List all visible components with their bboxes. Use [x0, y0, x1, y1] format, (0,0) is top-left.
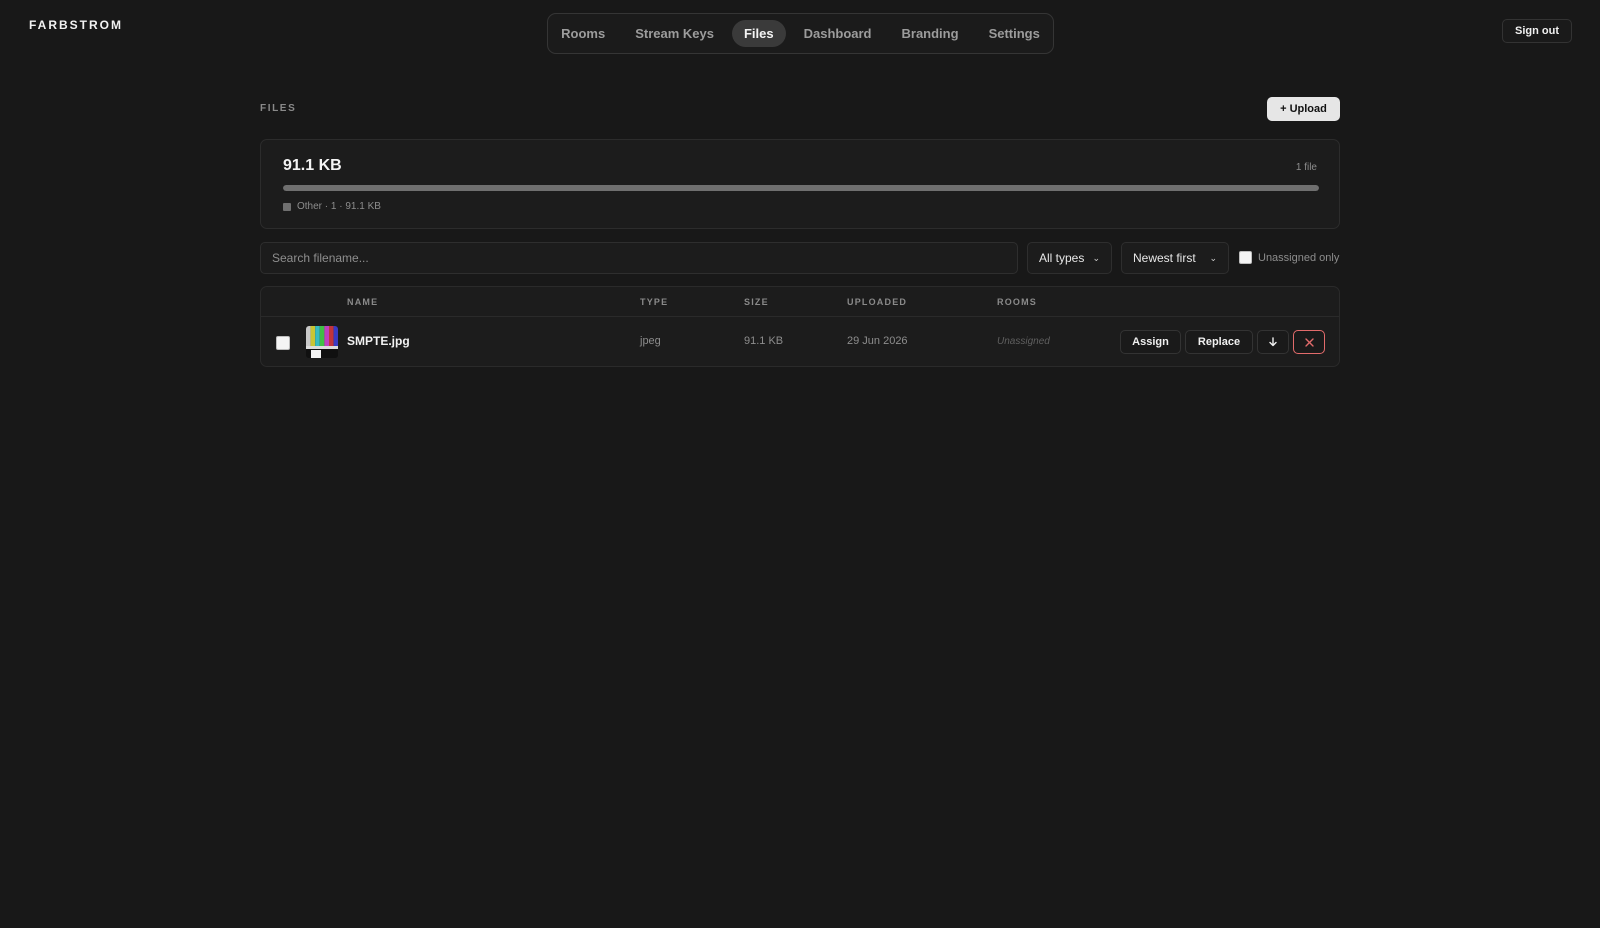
brand-logo: FARBSTROM	[29, 18, 123, 32]
assign-button[interactable]: Assign	[1120, 330, 1181, 354]
chevron-down-icon: ⌄	[1092, 252, 1100, 263]
storage-summary-card: 91.1 KB 1 file Other · 1 · 91.1 KB	[260, 139, 1340, 229]
nav-branding[interactable]: Branding	[890, 20, 971, 47]
storage-total: 91.1 KB	[283, 157, 342, 174]
unassigned-only-filter[interactable]: Unassigned only	[1239, 251, 1339, 264]
file-count: 1 file	[1295, 162, 1317, 173]
column-header-uploaded: UPLOADED	[847, 297, 908, 307]
file-type: jpeg	[640, 335, 661, 347]
top-navigation: Rooms Stream Keys Files Dashboard Brandi…	[547, 13, 1054, 54]
download-button[interactable]	[1257, 330, 1289, 354]
replace-button[interactable]: Replace	[1185, 330, 1253, 354]
file-uploaded-date: 29 Jun 2026	[847, 335, 908, 347]
sort-value: Newest first	[1133, 251, 1196, 265]
legend-label: Other · 1 · 91.1 KB	[297, 201, 381, 212]
table-header: NAME TYPE SIZE UPLOADED ROOMS	[261, 287, 1339, 317]
nav-dashboard[interactable]: Dashboard	[792, 20, 884, 47]
table-row: SMPTE.jpg jpeg 91.1 KB 29 Jun 2026 Unass…	[261, 317, 1339, 366]
upload-button[interactable]: + Upload	[1267, 97, 1340, 121]
download-icon	[1269, 337, 1277, 347]
nav-settings[interactable]: Settings	[977, 20, 1052, 47]
column-header-type: TYPE	[640, 297, 669, 307]
column-header-size: SIZE	[744, 297, 769, 307]
files-table: NAME TYPE SIZE UPLOADED ROOMS SMPTE.jpg …	[260, 286, 1340, 367]
type-filter-select[interactable]: All types ⌄	[1027, 242, 1112, 274]
nav-stream-keys[interactable]: Stream Keys	[623, 20, 726, 47]
chevron-down-icon: ⌄	[1209, 252, 1217, 263]
legend-swatch	[283, 202, 291, 211]
unassigned-only-checkbox[interactable]	[1239, 251, 1252, 264]
delete-button[interactable]	[1293, 330, 1325, 354]
column-header-name: NAME	[347, 297, 379, 307]
file-thumbnail	[306, 326, 338, 358]
search-input[interactable]	[260, 242, 1018, 274]
section-title: FILES	[260, 103, 297, 114]
nav-files[interactable]: Files	[731, 20, 786, 47]
storage-progress-fill	[283, 185, 1319, 191]
sort-select[interactable]: Newest first ⌄	[1121, 242, 1229, 274]
nav-rooms[interactable]: Rooms	[549, 20, 617, 47]
close-icon	[1304, 337, 1314, 347]
unassigned-only-label: Unassigned only	[1258, 251, 1340, 264]
column-header-rooms: ROOMS	[997, 297, 1038, 307]
type-filter-value: All types	[1039, 251, 1085, 265]
file-rooms: Unassigned	[997, 336, 1050, 347]
file-name[interactable]: SMPTE.jpg	[347, 334, 410, 348]
storage-progress-bar	[283, 185, 1319, 191]
file-size: 91.1 KB	[744, 335, 784, 347]
row-checkbox[interactable]	[276, 336, 290, 350]
storage-legend: Other · 1 · 91.1 KB	[283, 201, 381, 212]
sign-out-button[interactable]: Sign out	[1502, 19, 1572, 43]
